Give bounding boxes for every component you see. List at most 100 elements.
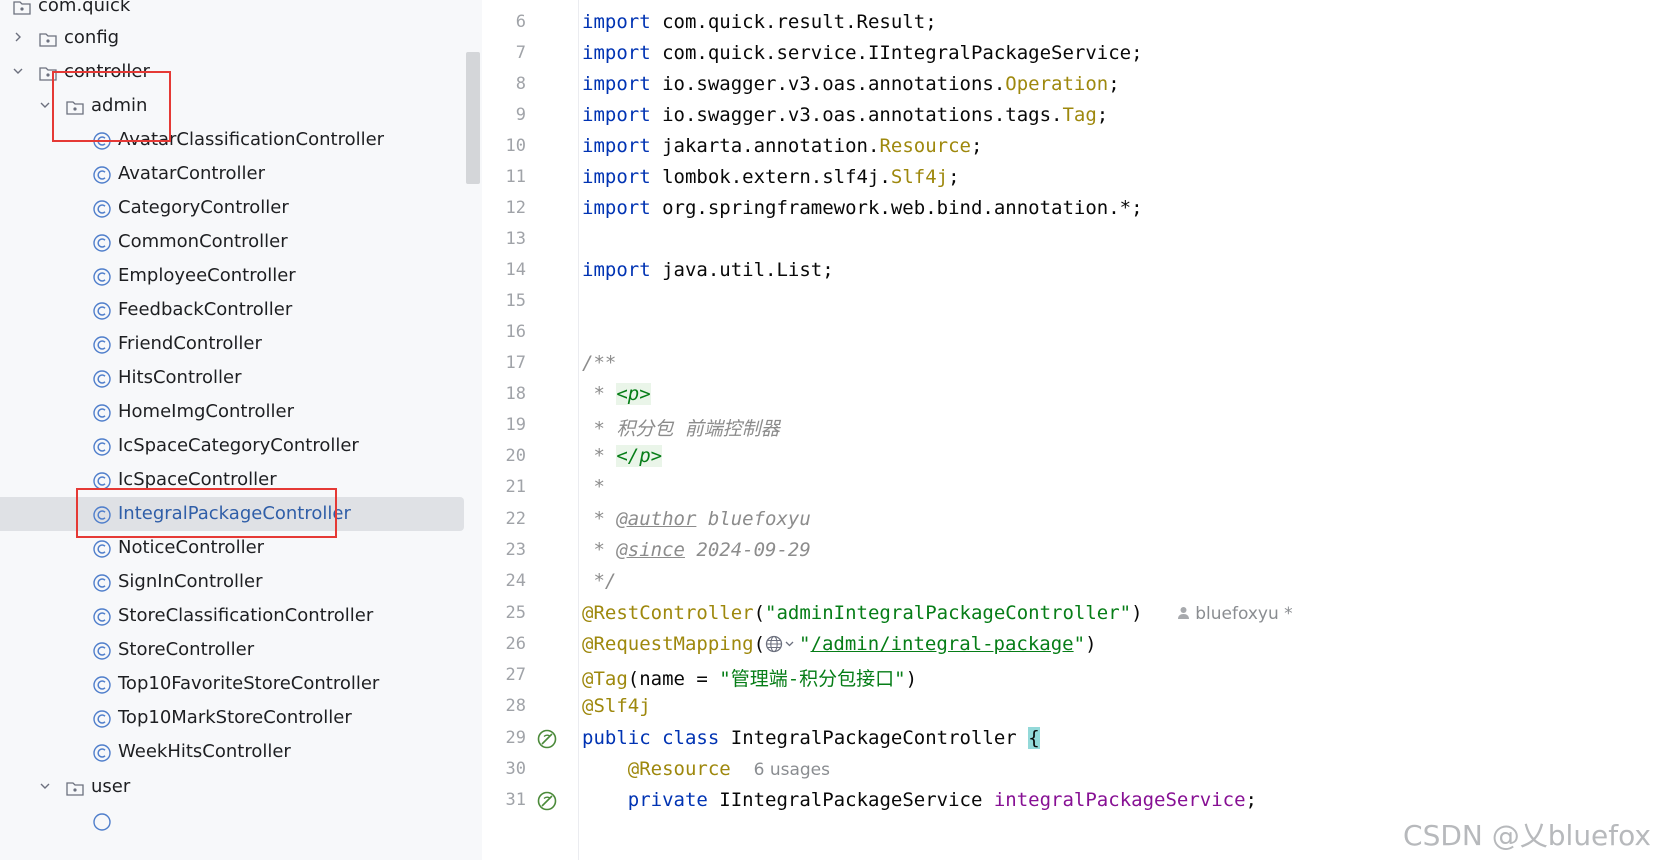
tree-class-item[interactable]: AvatarController bbox=[0, 157, 482, 191]
annotation: @RequestMapping bbox=[582, 633, 754, 655]
project-tree-panel: com.quick config controller admin Avatar… bbox=[0, 0, 482, 860]
code-editor[interactable]: 6 import com.quick.result.Result; 7 impo… bbox=[483, 0, 1657, 860]
chevron-down-icon[interactable] bbox=[39, 99, 51, 111]
javadoc-tag: @since bbox=[616, 539, 685, 561]
package-icon bbox=[13, 1, 31, 15]
tree-package-config[interactable]: config bbox=[0, 21, 482, 55]
unused-import: Operation bbox=[1005, 73, 1109, 95]
chevron-down-icon[interactable] bbox=[12, 65, 24, 77]
tree-class-item[interactable]: CategoryController bbox=[0, 191, 482, 225]
code-line: 16 bbox=[483, 316, 1657, 347]
tree-class-item[interactable]: StoreController bbox=[0, 633, 482, 667]
annotation: @RestController bbox=[582, 602, 754, 624]
javadoc-star: * bbox=[582, 418, 617, 440]
line-number: 21 bbox=[505, 477, 526, 497]
tree-class-item[interactable]: Top10MarkStoreController bbox=[0, 701, 482, 735]
tree-class-item[interactable]: FriendController bbox=[0, 327, 482, 361]
tree-class-item[interactable]: FeedbackController bbox=[0, 293, 482, 327]
keyword: import bbox=[582, 135, 651, 157]
class-icon bbox=[93, 336, 111, 354]
class-icon bbox=[93, 574, 111, 592]
chevron-down-icon[interactable] bbox=[39, 780, 51, 792]
line-number: 30 bbox=[505, 759, 526, 779]
javadoc-text: bluefoxyu bbox=[696, 508, 811, 530]
brace-highlight: { bbox=[1028, 727, 1040, 749]
code-line: 17 /** bbox=[483, 347, 1657, 378]
javadoc-html-tag: </p> bbox=[616, 445, 663, 467]
tree-label: user bbox=[91, 776, 131, 797]
author-hint[interactable]: bluefoxyu * bbox=[1177, 604, 1293, 624]
usages-hint[interactable]: 6 usages bbox=[754, 760, 830, 780]
class-icon bbox=[93, 404, 111, 422]
tree-class-item[interactable]: IcSpaceCategoryController bbox=[0, 429, 482, 463]
line-number: 17 bbox=[505, 353, 526, 373]
line-number: 6 bbox=[515, 12, 526, 32]
code-line: 8 import io.swagger.v3.oas.annotations.O… bbox=[483, 68, 1657, 99]
tree-scrollbar-thumb[interactable] bbox=[466, 52, 480, 184]
class-name: IntegralPackageController bbox=[730, 727, 1017, 749]
chevron-right-icon[interactable] bbox=[12, 31, 24, 43]
line-number: 7 bbox=[515, 43, 526, 63]
tree-class-item[interactable]: HomeImgController bbox=[0, 395, 482, 429]
tree-label: WeekHitsController bbox=[118, 741, 291, 762]
tree-label: NoticeController bbox=[118, 537, 265, 558]
code-text: name = bbox=[639, 668, 720, 690]
url-path-link[interactable]: /admin/integral-package bbox=[811, 633, 1074, 655]
javadoc-star: * bbox=[582, 508, 617, 530]
tree-class-item[interactable]: HitsController bbox=[0, 361, 482, 395]
tree-class-item[interactable]: StoreClassificationController bbox=[0, 599, 482, 633]
package-icon bbox=[66, 782, 84, 796]
line-number: 24 bbox=[505, 571, 526, 591]
line-number: 11 bbox=[505, 167, 526, 187]
tree-class-item-partial[interactable] bbox=[0, 804, 482, 838]
tree-class-item[interactable]: SignInController bbox=[0, 565, 482, 599]
annotation: @Tag bbox=[582, 668, 628, 690]
code-line: 13 bbox=[483, 223, 1657, 254]
keyword: import bbox=[582, 73, 651, 95]
javadoc-star: * bbox=[582, 383, 617, 405]
line-number: 16 bbox=[505, 322, 526, 342]
code-line: 7 import com.quick.service.IIntegralPack… bbox=[483, 37, 1657, 68]
bean-gutter-icon[interactable] bbox=[536, 790, 558, 812]
javadoc-star: * bbox=[582, 445, 617, 467]
tree-label: AvatarController bbox=[118, 163, 265, 184]
keyword: public bbox=[582, 727, 651, 749]
code-line: 14 import java.util.List; bbox=[483, 254, 1657, 285]
code-text: io.swagger.v3.oas.annotations. bbox=[662, 73, 1006, 95]
code-line: 23 * @since 2024-09-29 bbox=[483, 534, 1657, 565]
line-number: 20 bbox=[505, 446, 526, 466]
javadoc-text: 2024-09-29 bbox=[684, 539, 811, 561]
tree-class-item[interactable]: EmployeeController bbox=[0, 259, 482, 293]
bean-gutter-icon[interactable] bbox=[536, 728, 558, 750]
tree-package-user[interactable]: user bbox=[0, 770, 482, 804]
code-line: 25 @RestController("adminIntegralPackage… bbox=[483, 597, 1657, 628]
tree-class-item[interactable]: Top10FavoriteStoreController bbox=[0, 667, 482, 701]
keyword: import bbox=[582, 11, 651, 33]
code-line: 24 */ bbox=[483, 565, 1657, 596]
tree-class-item[interactable]: CommonController bbox=[0, 225, 482, 259]
keyword: import bbox=[582, 104, 651, 126]
tree-label: HitsController bbox=[118, 367, 242, 388]
tree-label: IcSpaceController bbox=[118, 469, 277, 490]
field-name: integralPackageService bbox=[993, 789, 1246, 811]
line-number: 12 bbox=[505, 198, 526, 218]
keyword: import bbox=[582, 259, 651, 281]
class-icon bbox=[93, 813, 111, 831]
code-text: io.swagger.v3.oas.annotations.tags. bbox=[662, 104, 1063, 126]
globe-icon[interactable] bbox=[765, 635, 799, 653]
tree-class-item[interactable]: WeekHitsController bbox=[0, 735, 482, 769]
line-number: 14 bbox=[505, 260, 526, 280]
package-icon bbox=[39, 33, 57, 47]
code-text: com.quick.service.IIntegralPackageServic… bbox=[662, 42, 1143, 64]
tree-label: Top10MarkStoreController bbox=[118, 707, 352, 728]
line-number: 25 bbox=[505, 603, 526, 623]
tree-label: StoreController bbox=[118, 639, 255, 660]
class-icon bbox=[93, 302, 111, 320]
tree-package-com-quick[interactable]: com.quick bbox=[0, 0, 482, 23]
code-line: 18 * <p> bbox=[483, 378, 1657, 409]
user-icon bbox=[1177, 607, 1189, 619]
author-hint-text: bluefoxyu * bbox=[1195, 604, 1293, 624]
code-line: 27 @Tag(name = "管理端-积分包接口") bbox=[483, 659, 1657, 690]
tree-label: FriendController bbox=[118, 333, 262, 354]
code-line: 10 import jakarta.annotation.Resource; bbox=[483, 130, 1657, 161]
